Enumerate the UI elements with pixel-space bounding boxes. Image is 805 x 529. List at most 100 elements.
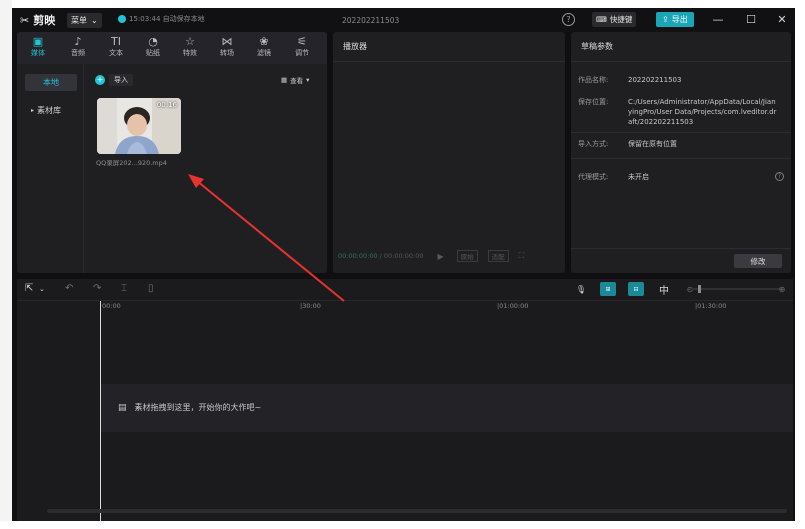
tool-audio[interactable]: ♪ 音频 bbox=[63, 35, 93, 58]
microphone-icon[interactable]: 🎙 bbox=[573, 282, 589, 296]
export-icon: ⇪ bbox=[662, 15, 669, 24]
chevron-down-icon[interactable]: ⌄ bbox=[39, 285, 45, 293]
timeline-scrollbar[interactable] bbox=[47, 509, 787, 513]
prop-row-proxy-mode: 代理模式: 未开启 bbox=[578, 172, 778, 182]
fullscreen-icon[interactable]: ⛶ bbox=[519, 251, 525, 261]
sidebar-item-label: 本地 bbox=[43, 78, 59, 87]
divider bbox=[571, 248, 791, 249]
export-button[interactable]: ⇪ 导出 bbox=[656, 12, 694, 27]
tool-text[interactable]: TI 文本 bbox=[101, 35, 131, 58]
split-icon[interactable]: ⌶ bbox=[121, 283, 127, 294]
prop-key: 保存位置: bbox=[578, 98, 609, 106]
tool-label: 贴纸 bbox=[146, 49, 160, 57]
add-icon: + bbox=[95, 74, 105, 85]
prop-key: 导入方式: bbox=[578, 140, 609, 148]
sidebar-item-local[interactable]: 本地 bbox=[25, 74, 77, 91]
modify-button[interactable]: 修改 bbox=[734, 254, 782, 268]
caret-down-icon: ▾ bbox=[306, 76, 310, 84]
media-icon: ▣ bbox=[32, 35, 44, 48]
tool-effects[interactable]: ☆ 特效 bbox=[175, 35, 205, 58]
desktop-bottom-edge bbox=[0, 521, 805, 529]
total-timecode: 00:00:00:00 bbox=[383, 252, 424, 260]
maximize-button[interactable]: ☐ bbox=[743, 12, 759, 27]
adjust-icon: ⚟ bbox=[297, 35, 307, 48]
prop-value: 未开启 bbox=[628, 173, 649, 181]
main-track-magnet-icon[interactable]: ⊞ bbox=[600, 282, 616, 296]
divider bbox=[571, 132, 791, 133]
delete-icon[interactable]: ▯ bbox=[148, 283, 154, 294]
app-logo: ✂ 剪映 bbox=[20, 12, 55, 28]
zoom-slider-handle[interactable] bbox=[698, 285, 701, 293]
ratio-original-button[interactable]: 原始 bbox=[456, 250, 478, 262]
prop-value: 202202211503 bbox=[628, 76, 682, 84]
undo-icon[interactable]: ↶ bbox=[65, 283, 73, 294]
save-status-text: 15:03:44 自动保存本地 bbox=[129, 15, 205, 23]
app-name: 剪映 bbox=[33, 14, 56, 27]
tool-transition[interactable]: ⋈ 转场 bbox=[212, 35, 242, 58]
import-button[interactable]: + 导入 bbox=[95, 73, 133, 86]
ratio-fit-button[interactable]: 适配 bbox=[487, 250, 509, 262]
shortcut-button[interactable]: ⌨ 快捷键 bbox=[592, 12, 637, 27]
chevron-down-icon: ⌄ bbox=[91, 16, 98, 25]
project-title: 202202211503 bbox=[342, 16, 400, 25]
track-header-gutter bbox=[17, 315, 99, 521]
minimize-button[interactable]: — bbox=[710, 12, 726, 27]
select-cursor-icon[interactable]: ⇱ bbox=[25, 283, 33, 294]
close-button[interactable]: ✕ bbox=[774, 12, 790, 27]
title-bar: ✂ 剪映 菜单 ⌄ 15:03:44 自动保存本地 202202211503 ?… bbox=[12, 8, 795, 32]
tool-label: 特效 bbox=[183, 49, 197, 57]
player-panel: 播放器 00:00:00:00 / 00:00:00:00 ▶ 原始 适配 ⛶ bbox=[333, 32, 565, 273]
help-icon[interactable]: ? bbox=[562, 13, 575, 26]
desktop-edge bbox=[0, 0, 12, 529]
timeline-panel: ⇱ ⌄ ↶ ↷ ⌶ ▯ 🎙 ⊞ ⊟ 中 ⊖ ⊕ 00:00 |30:00 |01… bbox=[17, 279, 793, 521]
ruler-label: |01:30:00 bbox=[695, 302, 727, 310]
tool-label: 转场 bbox=[220, 49, 234, 57]
clip-duration: 00:16 bbox=[156, 101, 177, 109]
prop-key: 作品名称: bbox=[578, 76, 609, 84]
media-sidebar: 本地 ▸ 素材库 bbox=[17, 64, 84, 273]
sidebar-item-label: 素材库 bbox=[37, 106, 62, 115]
zoom-in-icon[interactable]: ⊕ bbox=[774, 282, 790, 296]
effects-icon: ☆ bbox=[185, 35, 195, 48]
shortcut-label: 快捷键 bbox=[609, 15, 633, 24]
audio-icon: ♪ bbox=[74, 35, 82, 48]
export-label: 导出 bbox=[671, 15, 688, 24]
tool-media[interactable]: ▣ 媒体 bbox=[23, 35, 53, 58]
tool-label: 调节 bbox=[295, 49, 309, 57]
text-icon: TI bbox=[111, 35, 121, 48]
ruler-label: |30:00 bbox=[300, 302, 321, 310]
grid-view-icon: ▦ bbox=[281, 76, 288, 84]
draft-title: 草稿参数 bbox=[571, 32, 791, 62]
menu-button[interactable]: 菜单 ⌄ bbox=[67, 13, 102, 28]
caret-right-icon: ▸ bbox=[31, 107, 35, 114]
prop-key: 代理模式: bbox=[578, 173, 609, 181]
view-toggle[interactable]: ▦ 查看 ▾ bbox=[281, 75, 309, 85]
media-clip-thumbnail[interactable]: 00:16 bbox=[97, 98, 181, 154]
keyboard-icon: ⌨ bbox=[596, 15, 607, 24]
sidebar-item-library[interactable]: ▸ 素材库 bbox=[25, 102, 77, 119]
timeline-ruler: 00:00 |30:00 |01:00:00 |01:30:00 bbox=[17, 301, 793, 315]
film-icon: ▤ bbox=[118, 402, 127, 413]
drop-hint: ▤ 素材拖拽到这里，开始你的大作吧~ bbox=[118, 402, 261, 413]
redo-icon[interactable]: ↷ bbox=[93, 283, 101, 294]
auto-snap-icon[interactable]: ⊟ bbox=[628, 282, 644, 296]
drop-hint-text: 素材拖拽到这里，开始你的大作吧~ bbox=[134, 403, 262, 412]
tool-sticker[interactable]: ◔ 贴纸 bbox=[138, 35, 168, 58]
save-status: 15:03:44 自动保存本地 bbox=[118, 14, 205, 24]
media-toolbar: ▣ 媒体 ♪ 音频 TI 文本 ◔ 贴纸 ☆ 特效 ⋈ 转场 ❀ 滤镜 ⚟ 调节 bbox=[17, 32, 327, 64]
tool-label: 文本 bbox=[109, 49, 123, 57]
ruler-label: 00:00 bbox=[102, 302, 121, 310]
preview-axis-icon[interactable]: 中 bbox=[656, 282, 672, 297]
jianying-window: ✂ 剪映 菜单 ⌄ 15:03:44 自动保存本地 202202211503 ?… bbox=[12, 8, 795, 521]
play-icon[interactable]: ▶ bbox=[438, 252, 444, 261]
help-icon[interactable]: ? bbox=[775, 172, 784, 181]
clip-filename: QQ录屏202...920.mp4 bbox=[96, 159, 167, 167]
prop-row-location: 保存位置: C:/Users/Administrator/AppData/Loc… bbox=[578, 97, 778, 127]
saved-check-icon bbox=[118, 15, 126, 23]
draft-params-panel: 草稿参数 作品名称: 202202211503 保存位置: C:/Users/A… bbox=[571, 32, 791, 273]
prop-value: C:/Users/Administrator/AppData/Local/Jia… bbox=[628, 98, 777, 126]
current-timecode: 00:00:00:00 bbox=[338, 252, 378, 260]
tool-filter[interactable]: ❀ 滤镜 bbox=[249, 35, 279, 58]
zoom-slider[interactable] bbox=[690, 285, 782, 293]
tool-adjust[interactable]: ⚟ 调节 bbox=[287, 35, 317, 58]
